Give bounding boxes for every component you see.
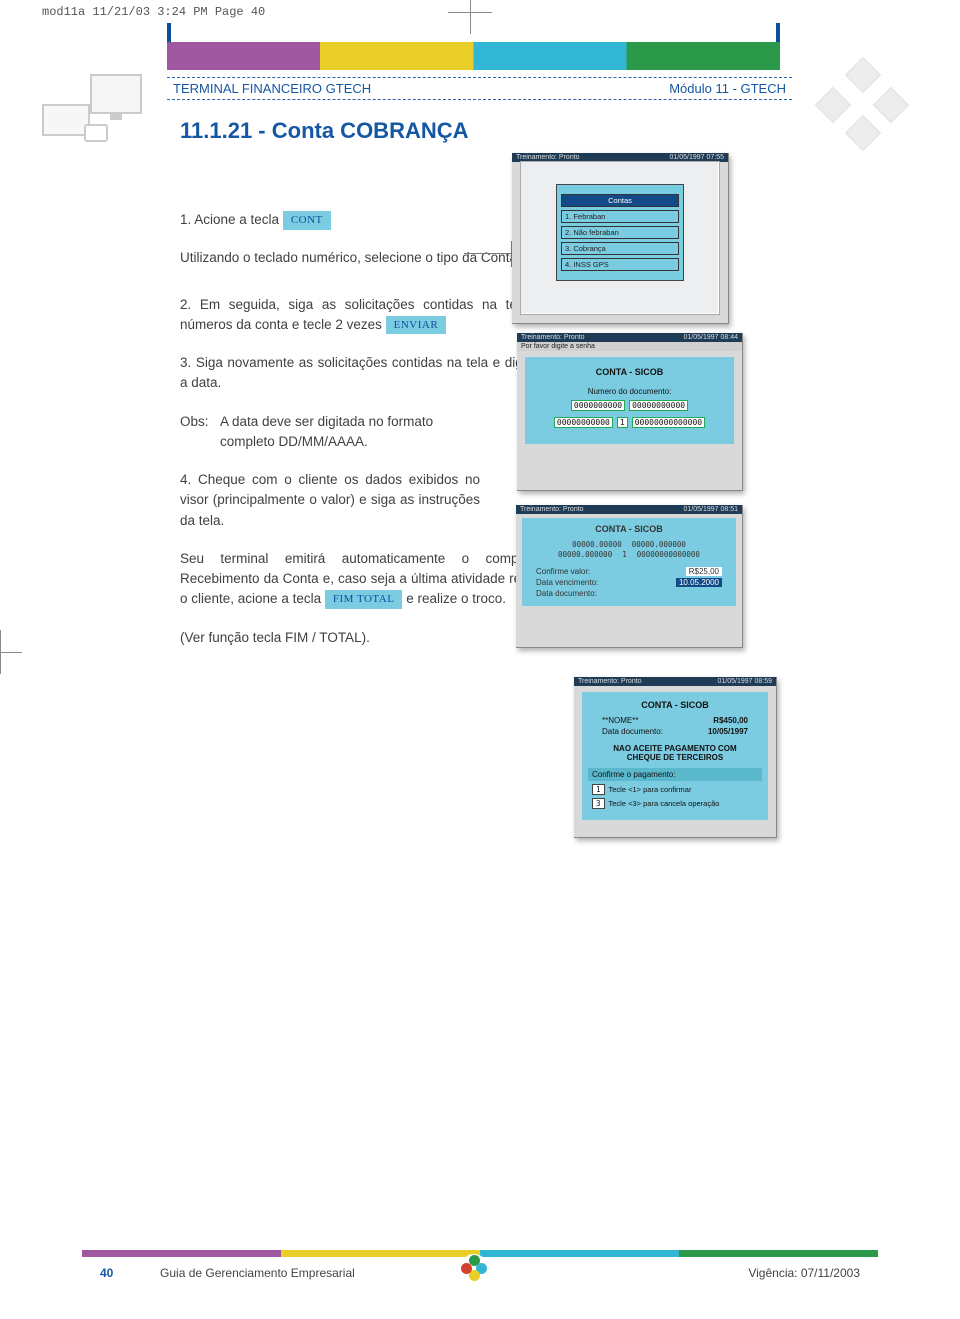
terminal-screenshot-confirm: Treinamento: Pronto01/05/1997 08:51 CONT… [516, 505, 743, 648]
terminal-screenshot-menu: Treinamento: Pronto01/05/1997 07:55 Cont… [512, 153, 729, 324]
menu-item: 1. Febraban [561, 210, 679, 223]
footer: 40 Guia de Gerenciamento Empresarial Vig… [100, 1266, 860, 1280]
terminal-screenshot-docnum: Treinamento: Pronto01/05/1997 08:44 Por … [517, 333, 743, 491]
crop-mark-icon [448, 0, 492, 34]
confirm-header: Confirme o pagamento: [588, 768, 762, 781]
menu-pane: Contas 1. Febraban 2. Não febraban 3. Co… [556, 184, 684, 281]
menu-item: 3. Cobrança [561, 242, 679, 255]
menu-header: Contas [561, 194, 679, 207]
sub-bar: Por favor digite a senha [517, 342, 742, 351]
menu-item: 4. INSS GPS [561, 258, 679, 271]
header-right: Módulo 11 - GTECH [669, 81, 786, 96]
tab-marker [776, 23, 780, 43]
vigencia: Vigência: 07/11/2003 [748, 1266, 860, 1280]
screen-title: CONTA - SICOB [531, 367, 728, 377]
header-row: TERMINAL FINANCEIRO GTECH Módulo 11 - GT… [167, 77, 792, 100]
page: mod11a 11/21/03 3:24 PM Page 40 TERMINAL… [0, 0, 960, 1319]
crop-mark-icon [0, 630, 22, 674]
diamond-pattern-icon [820, 62, 900, 142]
menu-item: 2. Não febraban [561, 226, 679, 239]
screen-title: CONTA - SICOB [528, 524, 730, 534]
tab-marker [167, 23, 171, 43]
page-number: 40 [100, 1266, 113, 1280]
terminal-illustration-icon [42, 74, 142, 154]
connector-line [464, 253, 512, 254]
header-left: TERMINAL FINANCEIRO GTECH [173, 81, 371, 96]
step-4: 4. Cheque com o cliente os dados exibido… [180, 470, 480, 531]
screen-title: CONTA - SICOB [588, 700, 762, 710]
color-bar [167, 42, 780, 70]
print-slug: mod11a 11/21/03 3:24 PM Page 40 [42, 5, 265, 19]
guide-title: Guia de Gerenciamento Empresarial [160, 1266, 355, 1280]
enviar-key: ENVIAR [386, 316, 447, 335]
field-label: Numero do documento: [531, 387, 728, 396]
fim-total-key: FIM TOTAL [325, 590, 403, 609]
terminal-screenshot-payment: Treinamento: Pronto01/05/1997 08:59 CONT… [574, 677, 777, 838]
section-title: 11.1.21 - Conta COBRANÇA [180, 118, 469, 144]
cont-key: CONT [283, 211, 331, 230]
